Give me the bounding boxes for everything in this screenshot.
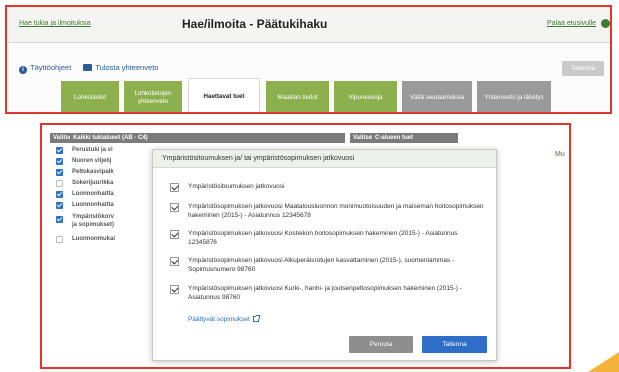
ending-contracts-link[interactable]: Päättyvät sopimukset bbox=[188, 315, 260, 323]
back-to-search-link[interactable]: Hae tukia ja ilmoituksia bbox=[19, 20, 91, 27]
col-select: Valitse bbox=[50, 133, 72, 143]
tab-parcel-summary[interactable]: Lohkotietojen yhteenveto bbox=[124, 81, 182, 112]
col-c-area: C-alueen tuet bbox=[372, 133, 458, 143]
page-header: Hae tukia ja ilmoituksia Hae/ilmoita - P… bbox=[7, 7, 610, 43]
row-label: Luonnonmukai bbox=[72, 236, 115, 242]
tab-leverage[interactable]: Vipuneuvoja bbox=[334, 81, 397, 112]
row-checkbox[interactable] bbox=[56, 147, 63, 154]
toolbar-row: i Täyttöohjeet Tulosta yhteenveto bbox=[19, 63, 158, 74]
option-label: Ympäristösopimuksen jatkovuosi Maatalous… bbox=[188, 203, 484, 219]
modal-header: Ympäristösitoumuksen ja/ tai ympäristöso… bbox=[153, 150, 496, 168]
option-checkbox[interactable] bbox=[170, 183, 179, 192]
row-checkbox[interactable] bbox=[56, 236, 63, 243]
option-label: Ympäristösopimuksen jatkovuosi Kosteikon… bbox=[188, 230, 458, 246]
row-label: Perustuki ja vi bbox=[72, 147, 113, 153]
close-icon[interactable] bbox=[601, 19, 610, 28]
option-checkbox[interactable] bbox=[170, 285, 179, 294]
save-button-top[interactable]: Tallenna bbox=[562, 61, 604, 76]
option-label: Ympäristösopimuksen jatkovuosi Kurki-, h… bbox=[188, 285, 462, 301]
col-select-2: Valitse bbox=[350, 133, 372, 143]
top-panel: Hae tukia ja ilmoituksia Hae/ilmoita - P… bbox=[5, 5, 612, 114]
return-home-link[interactable]: Palaa etusivulle bbox=[547, 20, 596, 27]
print-summary-link[interactable]: Tulosta yhteenveto bbox=[95, 63, 158, 72]
row-label-line2: ja sopimukset) bbox=[72, 222, 115, 228]
ending-contracts-label: Päättyvät sopimukset bbox=[188, 316, 250, 323]
help-link[interactable]: Täyttöohjeet bbox=[30, 63, 71, 72]
col-all-areas: Kaikki tukialueet (AB - C4) bbox=[70, 133, 345, 143]
tab-farm-info[interactable]: Maatilan tiedot bbox=[266, 81, 329, 112]
tab-summary-submit[interactable]: Yhteenveto ja lähetys bbox=[477, 81, 551, 112]
row-label: Nuoren viljelij bbox=[72, 158, 112, 164]
row-label: Luonnonhaitta bbox=[72, 191, 114, 197]
row-label: Peltokasvipalk bbox=[72, 169, 114, 175]
row-label: Ympäristökorv bbox=[72, 214, 115, 220]
row-checkbox[interactable] bbox=[56, 202, 63, 209]
option-checkbox[interactable] bbox=[170, 230, 179, 239]
option-label: Ympäristösopimuksen jatkovuosi Alkuperäi… bbox=[188, 257, 455, 273]
external-link-icon bbox=[252, 315, 260, 322]
row-label: Sokerijuurikka bbox=[72, 180, 114, 186]
cancel-button[interactable]: Peruuta bbox=[349, 336, 413, 353]
option-label: Ympäristösitoumuksen jatkovuosi bbox=[188, 183, 285, 190]
table-header: Valitse Kaikki tukialueet (AB - C4) Vali… bbox=[50, 133, 563, 143]
row-checkbox[interactable] bbox=[56, 216, 63, 223]
printer-icon bbox=[83, 64, 93, 71]
modal-title: Ympäristösitoumuksen ja/ tai ympäristöso… bbox=[162, 155, 355, 162]
partial-text: Mu bbox=[555, 151, 565, 158]
bottom-panel: Valitse Kaikki tukialueet (AB - C4) Vali… bbox=[40, 123, 571, 369]
tab-applied-subsidies[interactable]: Haettavat tuet bbox=[188, 78, 260, 112]
row-checkbox[interactable] bbox=[56, 180, 63, 187]
info-icon: i bbox=[19, 66, 27, 74]
row-label: Luonnonhaitta bbox=[72, 202, 114, 208]
row-checkbox[interactable] bbox=[56, 169, 63, 176]
screenshot-stage: Hae tukia ja ilmoituksia Hae/ilmoita - P… bbox=[0, 0, 619, 372]
option-checkbox[interactable] bbox=[170, 257, 179, 266]
page-title: Hae/ilmoita - Päätukihaku bbox=[182, 17, 328, 31]
row-checkbox[interactable] bbox=[56, 158, 63, 165]
tab-parcel-info[interactable]: Lohkotiedot bbox=[61, 81, 119, 112]
tab-avoid-penalties[interactable]: Vältä seuraamuksia bbox=[402, 81, 472, 112]
corner-decoration bbox=[588, 352, 619, 372]
save-button[interactable]: Tallenna bbox=[422, 336, 487, 353]
row-checkbox[interactable] bbox=[56, 191, 63, 198]
option-checkbox[interactable] bbox=[170, 203, 179, 212]
modal-dialog: Ympäristösitoumuksen ja/ tai ympäristöso… bbox=[152, 149, 497, 361]
